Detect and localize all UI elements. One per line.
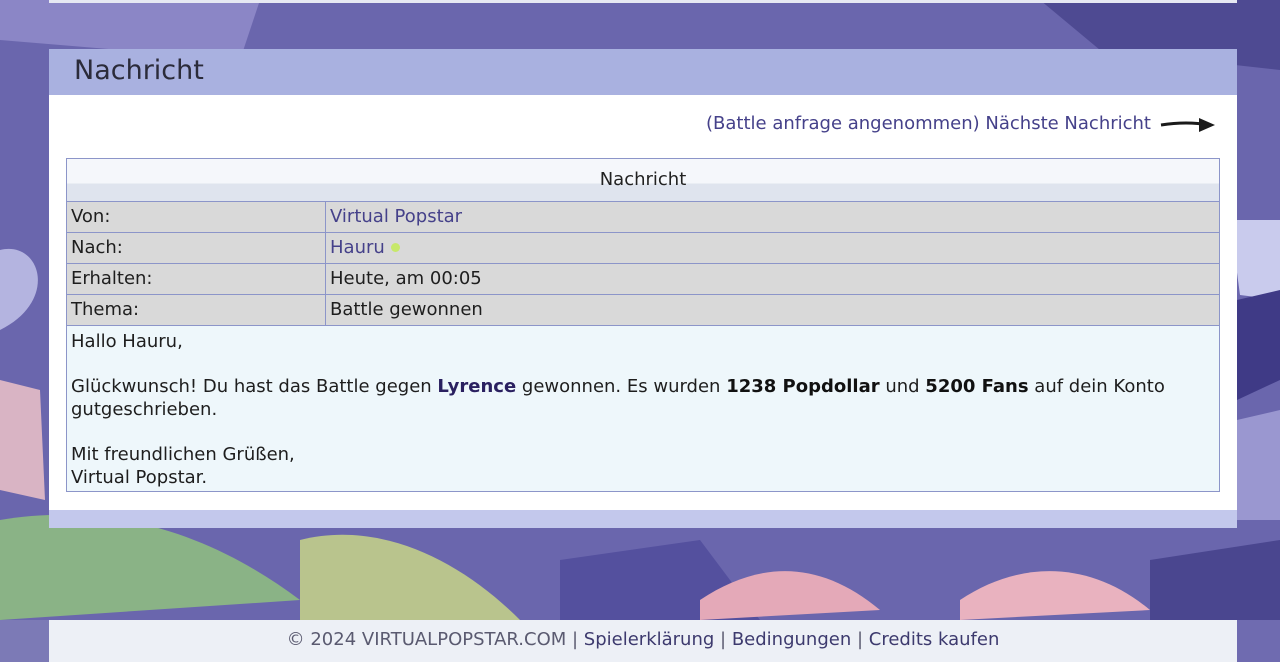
next-message-link[interactable]: (Battle anfrage angenommen) Nächste Nach… [706, 113, 1151, 134]
from-label: Von: [67, 202, 326, 232]
body-text-1: Glückwunsch! Du hast das Battle gegen [71, 376, 438, 397]
recipient-link[interactable]: Hauru [330, 237, 385, 258]
panel-title: Nachricht [74, 55, 204, 86]
panel-bottom-strip [49, 510, 1237, 528]
body-text-3: und [879, 376, 926, 397]
message-body: Hallo Hauru, Glückwunsch! Du hast das Ba… [67, 326, 1219, 489]
top-divider [49, 0, 1237, 3]
received-label: Erhalten: [67, 264, 326, 294]
sender-link[interactable]: Virtual Popstar [330, 206, 462, 227]
row-received: Erhalten: Heute, am 00:05 [67, 264, 1219, 295]
message-table-header: Nachricht [67, 159, 1219, 202]
closing: Mit freundlichen Grüßen, [71, 444, 295, 465]
body-text-2: gewonnen. Es wurden [516, 376, 727, 397]
to-label: Nach: [67, 233, 326, 263]
signature: Virtual Popstar. [71, 467, 208, 488]
popdollar-amount: 1238 Popdollar [726, 376, 880, 397]
copyright: © 2024 VIRTUALPOPSTAR.COM [286, 629, 567, 650]
footer-link-bedingungen[interactable]: Bedingungen [732, 629, 851, 650]
from-value-cell: Virtual Popstar [326, 202, 1219, 232]
footer-link-spielerklaerung[interactable]: Spielerklärung [584, 629, 715, 650]
to-value-cell: Hauru [326, 233, 1219, 263]
subject-label: Thema: [67, 295, 326, 325]
row-to: Nach: Hauru [67, 233, 1219, 264]
subject-value: Battle gewonnen [330, 299, 483, 320]
row-subject: Thema: Battle gewonnen [67, 295, 1219, 326]
footer-separator: | [851, 629, 869, 650]
received-value: Heute, am 00:05 [330, 268, 482, 289]
footer-link-credits[interactable]: Credits kaufen [869, 629, 1000, 650]
panel-header: Nachricht [49, 49, 1237, 95]
greeting: Hallo Hauru, [71, 331, 183, 352]
body-paragraph: Glückwunsch! Du hast das Battle gegen Ly… [71, 375, 1215, 421]
message-panel: Nachricht (Battle anfrage angenommen) Nä… [49, 49, 1237, 528]
footer-separator: | [714, 629, 732, 650]
fans-amount: 5200 Fans [925, 376, 1029, 397]
message-table: Nachricht Von: Virtual Popstar Nach: Hau… [66, 158, 1220, 492]
footer-separator: | [566, 629, 584, 650]
row-from: Von: Virtual Popstar [67, 202, 1219, 233]
arrow-right-icon[interactable] [1159, 115, 1217, 135]
opponent-link[interactable]: Lyrence [437, 376, 516, 397]
page-footer: © 2024 VIRTUALPOPSTAR.COM | Spielerkläru… [49, 620, 1237, 662]
online-status-icon [390, 243, 400, 252]
